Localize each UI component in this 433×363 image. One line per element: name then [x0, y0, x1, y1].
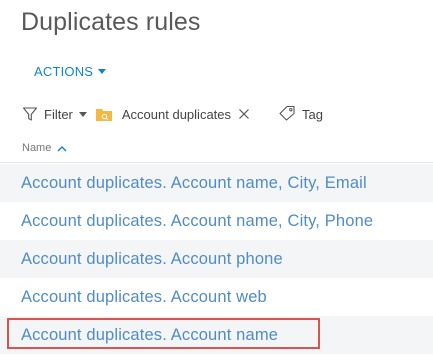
filter-button[interactable]: Filter [22, 106, 87, 122]
list-item[interactable]: Account duplicates. Account web [0, 278, 433, 316]
active-folder-filter[interactable]: Account duplicates [122, 107, 231, 122]
close-icon[interactable] [238, 108, 250, 120]
folder-icon [95, 106, 113, 122]
list-item[interactable]: Account duplicates. Account name [0, 316, 433, 354]
tag-icon [278, 105, 296, 124]
list-item-label: Account duplicates. Account web [21, 287, 267, 306]
page-title: Duplicates rules [21, 8, 201, 36]
filter-label: Filter [44, 106, 73, 122]
column-header-name[interactable]: Name [22, 142, 67, 154]
rules-list: Account duplicates. Account name, City, … [0, 164, 433, 354]
list-item[interactable]: Account duplicates. Account phone [0, 240, 433, 278]
list-item-label: Account duplicates. Account phone [21, 249, 283, 268]
list-item-label: Account duplicates. Account name, City, … [21, 173, 367, 192]
list-item-label: Account duplicates. Account name [21, 325, 279, 344]
filter-icon [22, 106, 38, 122]
list-item-label: Account duplicates. Account name, City, … [21, 211, 374, 230]
actions-button[interactable]: ACTIONS [34, 64, 107, 79]
chevron-down-icon [98, 69, 107, 74]
tag-button[interactable]: Tag [278, 105, 323, 124]
filter-bar: Filter Account duplicates Tag [22, 104, 323, 124]
header-divider [0, 162, 433, 163]
column-header-label: Name [22, 142, 52, 154]
actions-label: ACTIONS [34, 64, 94, 79]
list-item[interactable]: Account duplicates. Account name, City, … [0, 202, 433, 240]
tag-label: Tag [302, 106, 323, 122]
list-item[interactable]: Account duplicates. Account name, City, … [0, 164, 433, 202]
sort-ascending-icon [51, 145, 67, 152]
chevron-down-icon [78, 111, 87, 117]
